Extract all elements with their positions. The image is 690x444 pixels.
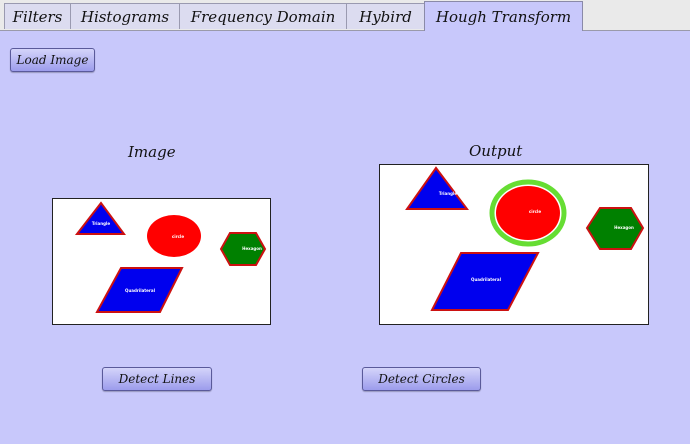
input-image-panel: Triangle circle Hexagon Quadrilateral	[52, 198, 271, 325]
hexagon-label: Hexagon	[242, 246, 262, 251]
hexagon-label: Hexagon	[614, 225, 634, 230]
output-image-canvas: Triangle circle Hexagon Quadrilateral	[405, 166, 645, 311]
tab-frequency-domain[interactable]: Frequency Domain	[179, 3, 347, 29]
tab-filters[interactable]: Filters	[4, 3, 71, 29]
tab-histograms[interactable]: Histograms	[70, 3, 180, 29]
input-image-canvas: Triangle circle Hexagon Quadrilateral	[74, 201, 267, 313]
output-image-panel: Triangle circle Hexagon Quadrilateral	[379, 164, 649, 325]
quadrilateral-label: Quadrilateral	[471, 277, 502, 282]
circle-label: circle	[529, 209, 541, 214]
detect-lines-button[interactable]: Detect Lines	[102, 367, 212, 391]
circle-label: circle	[172, 234, 184, 239]
triangle-label: Triangle	[92, 221, 110, 226]
triangle-shape	[74, 201, 126, 235]
tab-hough-transform[interactable]: Hough Transform	[424, 1, 583, 31]
triangle-shape	[405, 166, 470, 210]
load-image-button[interactable]: Load Image	[10, 48, 95, 72]
tab-bar: Filters Histograms Frequency Domain Hybi…	[0, 0, 690, 31]
image-panel-title: Image	[128, 143, 176, 161]
quadrilateral-label: Quadrilateral	[125, 288, 156, 293]
tab-hybird[interactable]: Hybird	[346, 3, 425, 29]
output-panel-title: Output	[469, 142, 523, 160]
triangle-label: Triangle	[439, 191, 457, 196]
detect-circles-button[interactable]: Detect Circles	[362, 367, 481, 391]
